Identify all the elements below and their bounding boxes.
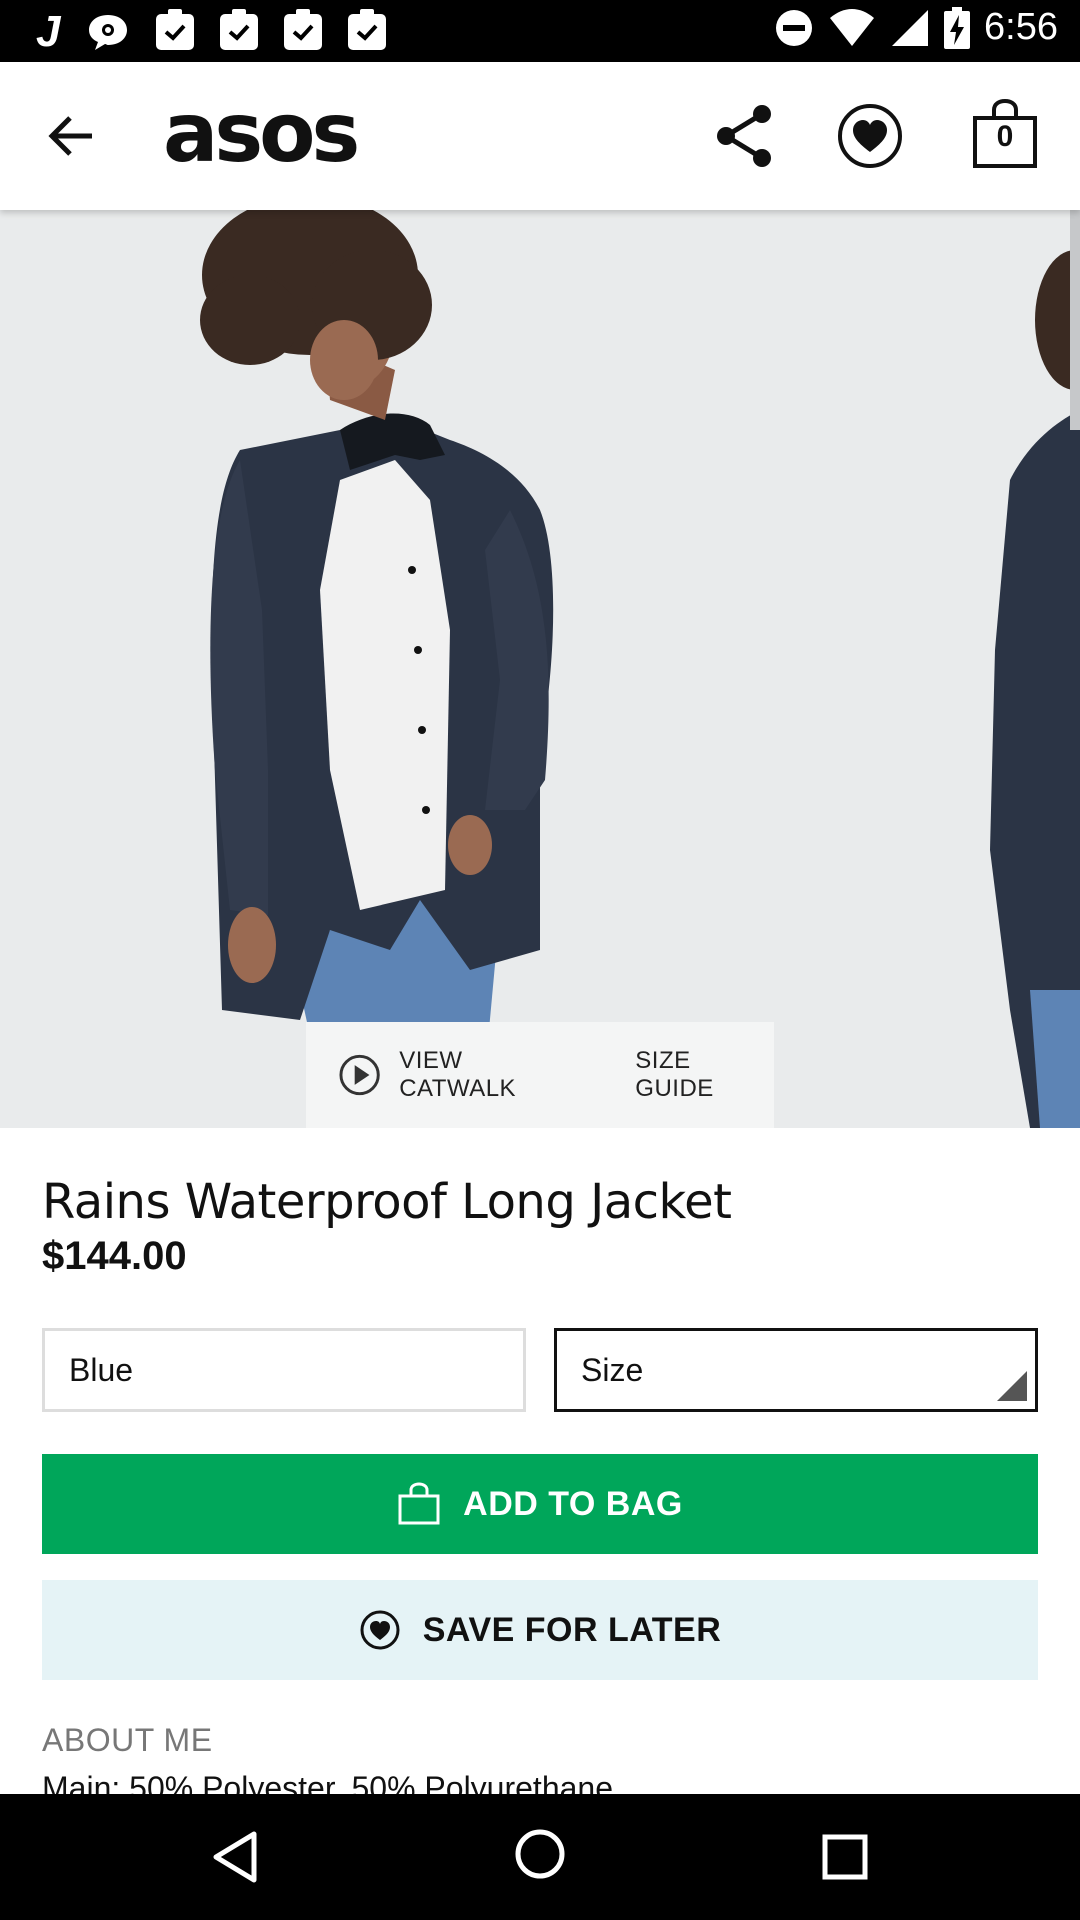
heart-icon <box>838 104 902 168</box>
add-to-bag-label: ADD TO BAG <box>463 1484 683 1523</box>
share-icon <box>717 105 771 167</box>
nav-home-icon[interactable] <box>514 1828 566 1880</box>
save-for-later-button[interactable]: SAVE FOR LATER <box>42 1580 1038 1680</box>
wifi-icon <box>830 8 875 46</box>
back-button[interactable] <box>44 108 100 164</box>
j-app-icon: J <box>36 7 61 56</box>
product-price: $144.00 <box>42 1234 187 1278</box>
heart-icon <box>360 1610 400 1650</box>
hero-action-bar: VIEW CATWALK SIZE GUIDE <box>306 1022 774 1128</box>
save-for-later-label: SAVE FOR LATER <box>422 1610 722 1649</box>
size-selector[interactable]: Size <box>554 1328 1038 1412</box>
back-arrow-icon <box>48 116 92 156</box>
share-button[interactable] <box>712 104 776 168</box>
bag-icon <box>398 1482 440 1525</box>
nav-back-icon[interactable] <box>210 1830 260 1884</box>
size-placeholder: Size <box>581 1352 644 1388</box>
product-photo <box>200 210 1080 1128</box>
clock: 6:56 <box>984 6 1058 48</box>
clipboard-check-icon <box>220 9 259 50</box>
about-me-heading: ABOUT ME <box>42 1722 213 1758</box>
do-not-disturb-icon <box>776 9 813 46</box>
clipboard-check-icon <box>348 9 387 50</box>
app-bar: asos 0 <box>0 62 1080 210</box>
colour-selector[interactable]: Blue <box>42 1328 526 1412</box>
asos-logo[interactable]: asos <box>163 86 360 181</box>
add-to-bag-button[interactable]: ADD TO BAG <box>42 1454 1038 1554</box>
clipboard-check-icon <box>284 9 323 50</box>
size-guide-button[interactable]: SIZE GUIDE <box>635 1047 774 1103</box>
system-icons: 6:56 <box>774 6 1058 49</box>
clipboard-check-icon <box>156 9 195 50</box>
notification-icons: J <box>36 7 387 56</box>
view-catwalk-label: VIEW CATWALK <box>399 1047 517 1102</box>
bag-button[interactable]: 0 <box>972 98 1038 170</box>
nav-recents-icon[interactable] <box>822 1834 868 1880</box>
navigation-bar <box>0 1794 1080 1920</box>
product-image-carousel[interactable]: VIEW CATWALK SIZE GUIDE <box>0 210 1080 1128</box>
saved-items-button[interactable] <box>836 102 904 170</box>
view-catwalk-button[interactable]: VIEW CATWALK <box>338 1047 583 1103</box>
product-title: Rains Waterproof Long Jacket <box>42 1174 732 1230</box>
battery-charging-icon <box>944 6 971 49</box>
signal-icon <box>892 9 929 46</box>
bag-count-badge: 0 <box>996 120 1014 153</box>
play-icon <box>339 1054 380 1096</box>
dropdown-arrow-icon <box>997 1371 1027 1401</box>
chat-icon <box>89 15 128 50</box>
colour-value: Blue <box>69 1352 134 1388</box>
status-bar: J 6:56 <box>0 0 1080 62</box>
carousel-scroll-indicator <box>1070 210 1080 430</box>
